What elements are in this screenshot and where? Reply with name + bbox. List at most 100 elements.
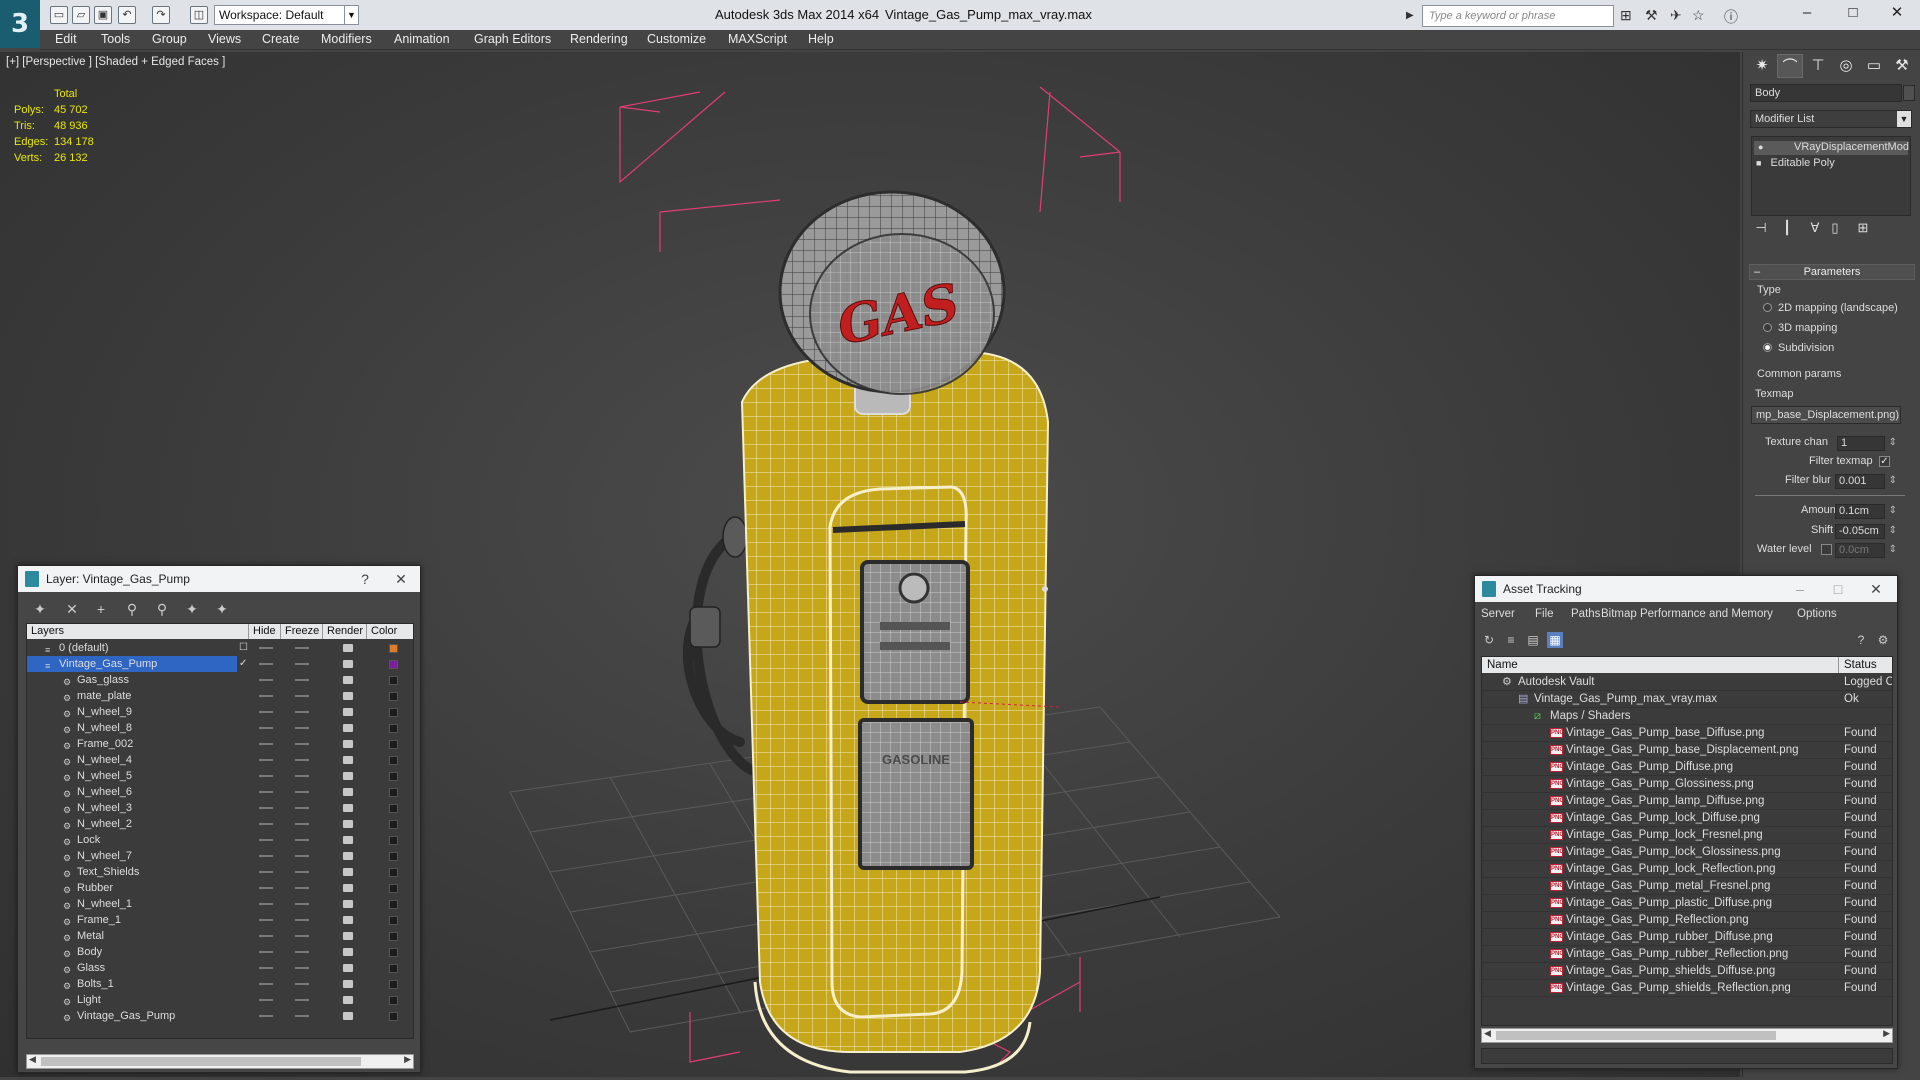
table-view-icon[interactable]: ▦ xyxy=(1547,632,1563,648)
freeze-toggle[interactable] xyxy=(295,807,309,809)
asset-row[interactable]: PNG Vintage_Gas_Pump_Glossiness.png Found xyxy=(1482,776,1892,793)
hide-toggle[interactable] xyxy=(259,967,273,969)
asset-row[interactable]: PNG Vintage_Gas_Pump_metal_Fresnel.png Fou… xyxy=(1482,878,1892,895)
layer-color-swatch[interactable] xyxy=(389,724,398,733)
shift-spinner[interactable]: -0.05cm xyxy=(1835,524,1897,539)
render-teapot-icon[interactable] xyxy=(343,900,353,908)
freeze-toggle[interactable] xyxy=(295,903,309,905)
render-teapot-icon[interactable] xyxy=(343,740,353,748)
layer-row[interactable]: ⚙ Vintage_Gas_Pump xyxy=(27,1008,413,1024)
layer-color-swatch[interactable] xyxy=(389,692,398,701)
freeze-toggle[interactable] xyxy=(295,823,309,825)
highlight-selected-icon[interactable]: ⚲ xyxy=(152,601,172,618)
layer-row[interactable]: ⚙ Metal xyxy=(27,928,413,944)
create-layer-icon[interactable]: ✦ xyxy=(30,601,50,618)
layer-row[interactable]: ⚙ N_wheel_9 xyxy=(27,704,413,720)
asset-row[interactable]: ⧄ Maps / Shaders xyxy=(1482,708,1892,725)
render-teapot-icon[interactable] xyxy=(343,692,353,700)
render-teapot-icon[interactable] xyxy=(343,708,353,716)
hide-toggle[interactable] xyxy=(259,1015,273,1017)
help-icon[interactable]: ⓘ xyxy=(1724,7,1738,27)
redo-icon[interactable]: ↷ xyxy=(152,6,170,24)
motion-tab-icon[interactable]: ◎ xyxy=(1833,54,1859,78)
asset-row[interactable]: PNG Vintage_Gas_Pump_base_Diffuse.png Foun… xyxy=(1482,725,1892,742)
menu-customize[interactable]: Customize xyxy=(647,32,706,46)
layer-color-swatch[interactable] xyxy=(389,740,398,749)
close-button[interactable]: ✕ xyxy=(1874,2,1920,26)
menu-create[interactable]: Create xyxy=(262,32,300,46)
hide-toggle[interactable] xyxy=(259,823,273,825)
render-teapot-icon[interactable] xyxy=(343,820,353,828)
water-level-checkbox[interactable] xyxy=(1821,544,1832,555)
layer-row[interactable]: ⚙ N_wheel_6 xyxy=(27,784,413,800)
workspace-dropdown[interactable]: Workspace: Default ▼ xyxy=(214,5,359,25)
help-button[interactable]: ? xyxy=(350,566,380,592)
freeze-toggle[interactable] xyxy=(295,759,309,761)
menu-graph-editors[interactable]: Graph Editors xyxy=(474,32,551,46)
create-tab-icon[interactable]: ✷ xyxy=(1749,54,1775,78)
hide-toggle[interactable] xyxy=(259,807,273,809)
asset-row[interactable]: ⚙ Autodesk Vault Logged Ou xyxy=(1482,674,1892,691)
hide-toggle[interactable] xyxy=(259,999,273,1001)
layer-row[interactable]: ⚙ mate_plate xyxy=(27,688,413,704)
hide-toggle[interactable] xyxy=(259,711,273,713)
pin-stack-icon[interactable]: ⊣ xyxy=(1751,220,1771,236)
render-teapot-icon[interactable] xyxy=(343,868,353,876)
hide-toggle[interactable] xyxy=(259,903,273,905)
asset-horizontal-scrollbar[interactable]: ◀ ▶ xyxy=(1481,1028,1893,1043)
tree-view-icon[interactable]: ▤ xyxy=(1525,632,1541,648)
light-bulb-icon[interactable]: ● xyxy=(1758,142,1763,152)
hide-toggle[interactable] xyxy=(259,871,273,873)
parameters-rollout-header[interactable]: – Parameters xyxy=(1749,264,1915,280)
freeze-toggle[interactable] xyxy=(295,919,309,921)
list-view-icon[interactable]: ≡ xyxy=(1503,632,1519,648)
layer-row[interactable]: ⚙ Glass xyxy=(27,960,413,976)
asset-row[interactable]: PNG Vintage_Gas_Pump_Reflection.png Found xyxy=(1482,912,1892,929)
layer-color-swatch[interactable] xyxy=(389,916,398,925)
render-teapot-icon[interactable] xyxy=(343,1012,353,1020)
object-color-swatch[interactable] xyxy=(1903,85,1915,101)
favorites-star-icon[interactable]: ☆ xyxy=(1692,7,1705,24)
render-teapot-icon[interactable] xyxy=(343,676,353,684)
scroll-right-icon[interactable]: ▶ xyxy=(404,1054,411,1065)
texmap-button[interactable]: mp_base_Displacement.png) xyxy=(1751,406,1901,424)
layer-row[interactable]: ⚙ Body xyxy=(27,944,413,960)
render-teapot-icon[interactable] xyxy=(343,644,353,652)
layer-horizontal-scrollbar[interactable]: ◀ ▶ xyxy=(26,1054,414,1069)
asset-menu-file[interactable]: File xyxy=(1535,608,1554,620)
col-name[interactable]: Name xyxy=(1482,657,1839,673)
render-teapot-icon[interactable] xyxy=(343,964,353,972)
layer-row[interactable]: ⚙ Text_Shields xyxy=(27,864,413,880)
maximize-button[interactable]: □ xyxy=(1823,576,1853,602)
scroll-left-icon[interactable]: ◀ xyxy=(29,1054,36,1065)
layer-row[interactable]: ⚙ Rubber xyxy=(27,880,413,896)
app-logo[interactable]: 3 xyxy=(0,0,40,48)
asset-menu-bitmap-performance[interactable]: Bitmap Performance and Memory xyxy=(1601,608,1773,620)
asset-window-titlebar[interactable]: Asset Tracking – □ ✕ xyxy=(1475,576,1897,602)
layer-color-swatch[interactable] xyxy=(389,660,398,669)
layer-row[interactable]: ⚙ N_wheel_1 xyxy=(27,896,413,912)
add-to-layer-icon[interactable]: + xyxy=(91,601,111,617)
layer-color-swatch[interactable] xyxy=(389,804,398,813)
asset-row[interactable]: PNG Vintage_Gas_Pump_lock_Fresnel.png Foun… xyxy=(1482,827,1892,844)
hide-toggle[interactable] xyxy=(259,679,273,681)
freeze-toggle[interactable] xyxy=(295,775,309,777)
show-end-result-icon[interactable]: ┃ xyxy=(1777,220,1797,236)
hide-toggle[interactable] xyxy=(259,919,273,921)
layer-color-swatch[interactable] xyxy=(389,772,398,781)
freeze-toggle[interactable] xyxy=(295,679,309,681)
layer-color-swatch[interactable] xyxy=(389,708,398,717)
layer-color-swatch[interactable] xyxy=(389,676,398,685)
asset-row[interactable]: PNG Vintage_Gas_Pump_shields_Reflection.p… xyxy=(1482,980,1892,997)
scroll-thumb[interactable] xyxy=(41,1057,361,1066)
freeze-toggle[interactable] xyxy=(295,727,309,729)
freeze-toggle[interactable] xyxy=(295,967,309,969)
col-freeze[interactable]: Freeze xyxy=(281,624,323,639)
radio-2d-mapping[interactable]: 2D mapping (landscape) xyxy=(1763,302,1898,314)
asset-menu-options[interactable]: Options xyxy=(1797,608,1837,620)
menu-rendering[interactable]: Rendering xyxy=(570,32,628,46)
filter-blur-spinner[interactable]: 0.001 xyxy=(1835,474,1897,489)
asset-row[interactable]: PNG Vintage_Gas_Pump_shields_Diffuse.png F… xyxy=(1482,963,1892,980)
hide-toggle[interactable] xyxy=(259,887,273,889)
configure-sets-icon[interactable]: ⊞ xyxy=(1853,220,1873,236)
